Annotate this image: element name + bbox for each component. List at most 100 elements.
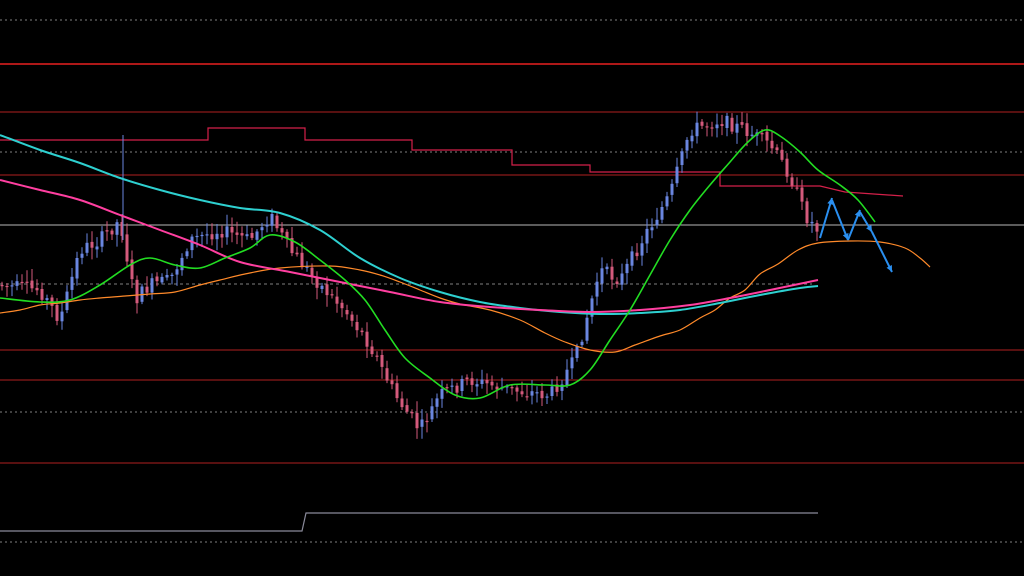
candle-body-141 [705, 126, 709, 128]
candle-body-132 [660, 207, 664, 220]
candle-body-148 [740, 122, 744, 125]
candle-body-60 [300, 252, 304, 268]
candle-body-25 [125, 234, 129, 262]
candle-body-85 [425, 420, 429, 423]
candle-body-42 [210, 234, 214, 240]
candle-body-36 [180, 257, 184, 271]
candle-body-127 [635, 252, 639, 257]
candle-body-139 [695, 122, 699, 137]
candle-body-3 [15, 281, 19, 286]
candle-body-23 [115, 222, 119, 235]
candle-body-116 [580, 341, 584, 346]
candle-body-5 [25, 281, 29, 283]
candle-body-91 [455, 385, 459, 393]
candle-body-94 [470, 378, 474, 385]
candle-body-32 [160, 276, 164, 283]
candle-body-37 [185, 251, 189, 257]
candle-body-2 [10, 285, 14, 287]
candle-body-96 [480, 379, 484, 384]
candle-body-144 [720, 124, 724, 126]
candle-body-26 [130, 259, 134, 280]
candle-body-20 [100, 231, 104, 247]
candle-body-142 [710, 127, 714, 129]
candle-body-51 [255, 231, 259, 240]
chart-background [0, 0, 1024, 576]
candle-body-18 [90, 241, 94, 248]
candle-body-155 [775, 147, 779, 151]
candle-body-6 [30, 280, 34, 289]
candle-body-21 [105, 230, 109, 232]
candle-body-114 [570, 357, 574, 369]
candle-body-135 [675, 166, 679, 184]
candle-body-84 [420, 419, 424, 427]
candle-body-107 [535, 392, 539, 394]
candle-body-117 [585, 317, 589, 341]
candle-body-108 [540, 390, 544, 399]
candle-body-12 [60, 311, 64, 322]
candle-body-120 [600, 268, 604, 284]
candle-body-15 [75, 258, 79, 279]
candle-body-106 [530, 391, 534, 396]
candle-body-53 [265, 224, 269, 227]
candle-body-7 [35, 287, 39, 291]
candle-body-30 [150, 278, 154, 293]
candle-body-103 [515, 387, 519, 392]
candle-body-153 [765, 131, 769, 141]
candle-body-122 [610, 266, 614, 280]
candle-body-49 [245, 234, 249, 237]
candle-body-55 [275, 215, 279, 229]
candle-body-121 [605, 266, 609, 270]
candle-body-19 [95, 246, 99, 250]
candle-body-43 [215, 233, 219, 240]
candle-body-150 [750, 134, 754, 136]
candle-body-123 [615, 281, 619, 284]
candle-body-163 [815, 223, 819, 232]
candle-body-81 [405, 405, 409, 412]
candle-body-67 [335, 296, 339, 304]
candle-body-35 [175, 269, 179, 275]
candle-body-124 [620, 273, 624, 285]
candle-body-113 [565, 369, 569, 385]
candle-body-4 [20, 281, 24, 284]
candle-body-9 [45, 298, 49, 300]
candle-body-159 [795, 187, 799, 189]
candle-body-44 [220, 234, 224, 238]
candle-body-76 [380, 355, 384, 367]
candle-body-82 [410, 412, 414, 414]
candle-body-16 [80, 253, 84, 258]
candle-body-156 [780, 149, 784, 160]
candle-body-109 [545, 396, 549, 398]
candle-body-126 [630, 251, 634, 266]
candle-body-93 [465, 377, 469, 380]
candle-body-80 [400, 398, 404, 408]
candle-body-131 [655, 219, 659, 226]
candle-body-136 [680, 151, 684, 165]
candle-body-56 [280, 228, 284, 233]
candle-body-54 [270, 214, 274, 226]
candle-body-149 [745, 123, 749, 136]
candle-body-110 [550, 386, 554, 396]
candle-body-17 [85, 242, 89, 253]
candle-body-68 [340, 302, 344, 309]
candle-body-158 [790, 177, 794, 186]
candle-body-70 [350, 314, 354, 321]
candle-body-27 [135, 279, 139, 304]
candle-body-61 [305, 266, 309, 268]
candle-body-147 [735, 123, 739, 133]
candle-body-75 [375, 355, 379, 357]
candle-body-138 [690, 135, 694, 142]
candle-body-130 [650, 227, 654, 231]
candle-body-52 [260, 227, 264, 231]
candle-body-39 [195, 235, 199, 238]
candle-body-14 [70, 276, 74, 290]
candle-body-154 [770, 140, 774, 149]
candle-body-0 [0, 285, 4, 287]
price-chart[interactable] [0, 0, 1024, 576]
candle-body-11 [55, 304, 59, 321]
candle-body-90 [450, 385, 454, 387]
candle-body-66 [330, 294, 334, 296]
candle-body-157 [785, 158, 789, 177]
candle-body-62 [310, 267, 314, 276]
candle-body-46 [230, 227, 234, 233]
candle-body-71 [355, 322, 359, 331]
